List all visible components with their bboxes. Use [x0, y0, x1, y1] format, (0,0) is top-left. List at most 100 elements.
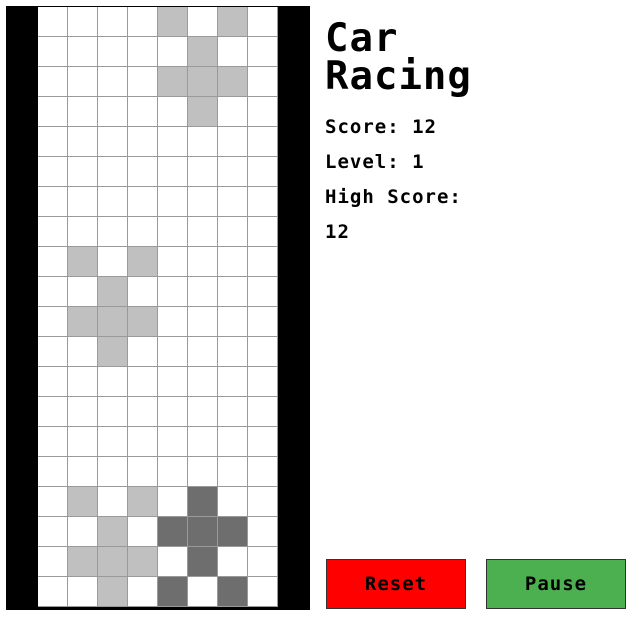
track-cell — [218, 547, 248, 577]
track-cell — [38, 397, 68, 427]
track-cell — [98, 247, 128, 277]
track-cell — [158, 547, 188, 577]
track-cell — [38, 67, 68, 97]
track-cell — [128, 397, 158, 427]
track-cell — [128, 67, 158, 97]
track-cell — [98, 427, 128, 457]
track-cell — [218, 187, 248, 217]
track-cell — [218, 457, 248, 487]
player-car-cell — [188, 547, 218, 577]
enemy-car-cell — [188, 67, 218, 97]
track-cell — [98, 127, 128, 157]
track-cell — [98, 67, 128, 97]
track-cell — [218, 37, 248, 67]
track-cell — [38, 547, 68, 577]
track-cell — [248, 277, 278, 307]
track-cell — [128, 427, 158, 457]
enemy-car-cell — [218, 7, 248, 37]
track-cell — [38, 487, 68, 517]
enemy-car-cell — [158, 67, 188, 97]
track-cell — [158, 247, 188, 277]
enemy-car-cell — [188, 37, 218, 67]
player-car-cell — [188, 487, 218, 517]
enemy-car-cell — [218, 67, 248, 97]
pause-button[interactable]: Pause — [486, 559, 626, 609]
track-cell — [38, 337, 68, 367]
game-title: Car Racing — [325, 16, 472, 99]
player-car-cell — [218, 577, 248, 607]
track-cell — [218, 337, 248, 367]
track-cell — [218, 307, 248, 337]
track-cell — [38, 427, 68, 457]
enemy-car-cell — [68, 307, 98, 337]
track-cell — [188, 367, 218, 397]
game-board — [6, 6, 310, 610]
track-cell — [68, 157, 98, 187]
track-cell — [128, 7, 158, 37]
track-cell — [98, 187, 128, 217]
enemy-car-cell — [128, 247, 158, 277]
track-cell — [38, 277, 68, 307]
high-score-value: 12 — [325, 221, 350, 243]
track-cell — [128, 217, 158, 247]
track-cell — [188, 277, 218, 307]
track-cell — [68, 457, 98, 487]
enemy-car-cell — [68, 247, 98, 277]
track-cell — [218, 217, 248, 247]
track-cell — [98, 97, 128, 127]
enemy-car-cell — [128, 307, 158, 337]
track-cell — [38, 97, 68, 127]
reset-button[interactable]: Reset — [326, 559, 466, 609]
track-cell — [218, 127, 248, 157]
enemy-car-cell — [98, 307, 128, 337]
track-cell — [248, 37, 278, 67]
track-cell — [128, 367, 158, 397]
track-cell — [38, 457, 68, 487]
track-cell — [248, 217, 278, 247]
track-cell — [158, 37, 188, 67]
track-cell — [188, 307, 218, 337]
track-cell — [98, 37, 128, 67]
level-label: Level: — [325, 151, 400, 173]
track-cell — [248, 547, 278, 577]
track-cell — [38, 307, 68, 337]
track-cell — [68, 277, 98, 307]
track-cell — [248, 367, 278, 397]
track-cell — [188, 397, 218, 427]
track-cell — [68, 367, 98, 397]
track-cell — [98, 457, 128, 487]
track-cell — [68, 577, 98, 607]
track-cell — [218, 157, 248, 187]
track-cell — [158, 337, 188, 367]
track-cell — [248, 457, 278, 487]
track-cell — [38, 157, 68, 187]
track-cell — [218, 397, 248, 427]
track-cell — [128, 187, 158, 217]
track-cell — [98, 217, 128, 247]
track-cell — [188, 7, 218, 37]
track-cell — [128, 157, 158, 187]
enemy-car-cell — [98, 547, 128, 577]
track-cell — [128, 277, 158, 307]
track-cell — [218, 487, 248, 517]
track-cell — [38, 367, 68, 397]
track-cell — [68, 127, 98, 157]
track-cell — [158, 277, 188, 307]
track-cell — [38, 127, 68, 157]
track-cell — [38, 517, 68, 547]
track-cell — [68, 7, 98, 37]
track-cell — [68, 517, 98, 547]
track-cell — [158, 457, 188, 487]
track-cell — [248, 127, 278, 157]
track-cell — [68, 217, 98, 247]
track-cell — [158, 217, 188, 247]
player-car-cell — [158, 517, 188, 547]
track-cell — [188, 127, 218, 157]
track-cell — [188, 217, 218, 247]
enemy-car-cell — [98, 277, 128, 307]
player-car-cell — [158, 577, 188, 607]
enemy-car-cell — [128, 547, 158, 577]
track-cell — [68, 427, 98, 457]
track-cell — [128, 577, 158, 607]
track-cell — [68, 37, 98, 67]
